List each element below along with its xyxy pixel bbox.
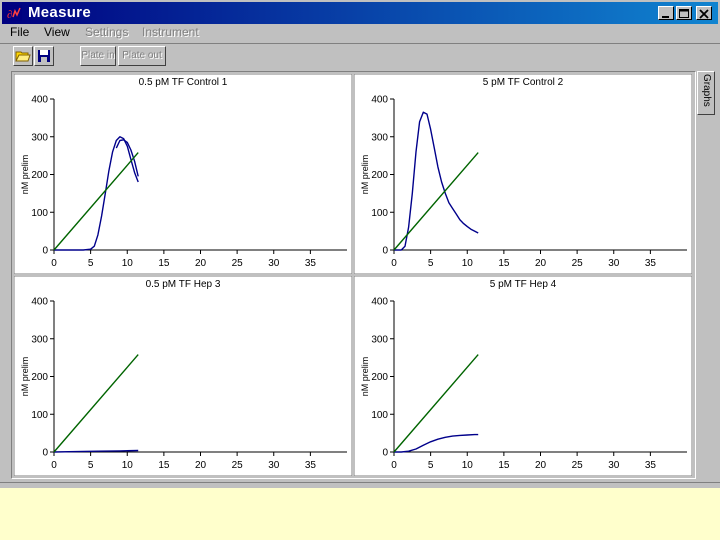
x-tick-label: 25	[572, 258, 584, 269]
chart-svg: 0.5 pM TF Hep 3 0 100 200 300 400 0 5 10 15 20 25 30…	[13, 275, 353, 477]
menu-settings[interactable]: Settings	[85, 25, 128, 39]
y-tick-label: 400	[371, 297, 388, 308]
minimize-icon	[662, 16, 669, 18]
chart-background	[353, 275, 693, 477]
maximize-icon	[679, 9, 689, 18]
window-title: Measure	[28, 4, 91, 21]
measure-window: ∂ Measure File View Settings Instrument	[0, 0, 720, 488]
chart-svg: 5 pM TF Control 2 0 100 200 300 400 0 5 10 15 20 25…	[353, 73, 693, 275]
y-tick-label: 300	[31, 132, 48, 143]
chart-title: 5 pM TF Control 2	[483, 77, 564, 88]
x-tick-label: 30	[268, 460, 280, 471]
x-tick-label: 0	[51, 258, 57, 269]
x-tick-label: 20	[195, 460, 207, 471]
chart-title: 5 pM TF Hep 4	[490, 279, 557, 290]
y-axis-label: nM prelim	[360, 155, 370, 195]
x-tick-label: 0	[391, 460, 397, 471]
x-tick-label: 35	[305, 460, 317, 471]
graph-panel-2: 5 pM TF Control 2 0 100 200 300 400 0 5 10 15 20 25…	[353, 73, 693, 275]
y-tick-label: 0	[382, 246, 388, 257]
y-tick-label: 200	[371, 372, 388, 383]
close-button[interactable]	[696, 6, 712, 20]
x-tick-label: 10	[462, 258, 474, 269]
svg-text:∂: ∂	[7, 9, 12, 21]
y-tick-label: 200	[371, 170, 388, 181]
title-bar[interactable]: ∂ Measure	[2, 2, 718, 24]
folder-open-icon	[15, 51, 31, 62]
x-tick-label: 15	[498, 258, 510, 269]
y-tick-label: 0	[382, 448, 388, 459]
save-button[interactable]	[34, 46, 54, 66]
y-axis-label: nM prelim	[20, 357, 30, 397]
x-tick-label: 20	[195, 258, 207, 269]
app-logo-icon: ∂	[6, 5, 22, 21]
y-tick-label: 0	[42, 246, 48, 257]
y-tick-label: 400	[371, 95, 388, 106]
y-axis-label: nM prelim	[20, 155, 30, 195]
x-tick-label: 25	[232, 258, 244, 269]
y-tick-label: 300	[31, 334, 48, 345]
x-tick-label: 35	[305, 258, 317, 269]
y-tick-label: 200	[31, 170, 48, 181]
graph-panel-4: 5 pM TF Hep 4 0 100 200 300 400 0 5 10 15 20 25 30 35…	[353, 275, 693, 477]
graphs-area: 0.5 pM TF Control 1 0 100 200 300 400 0 5 10 15 20…	[11, 71, 696, 479]
chart-svg: 5 pM TF Hep 4 0 100 200 300 400 0 5 10 15 20 25 30 35…	[353, 275, 693, 477]
menu-view[interactable]: View	[44, 25, 70, 39]
floppy-disk-icon	[38, 50, 50, 62]
status-bar	[0, 482, 720, 488]
y-tick-label: 300	[371, 334, 388, 345]
x-tick-label: 30	[608, 460, 620, 471]
chart-svg: 0.5 pM TF Control 1 0 100 200 300 400 0 5 10 15 20…	[13, 73, 353, 275]
x-tick-label: 10	[122, 258, 134, 269]
x-tick-label: 30	[268, 258, 280, 269]
chart-background	[13, 73, 353, 275]
x-tick-label: 0	[391, 258, 397, 269]
maximize-button[interactable]	[676, 6, 692, 20]
chart-title: 0.5 pM TF Hep 3	[146, 279, 221, 290]
graphs-tab-label: Graphs	[701, 74, 712, 107]
y-tick-label: 0	[42, 448, 48, 459]
x-tick-label: 35	[645, 258, 657, 269]
x-tick-label: 20	[535, 460, 547, 471]
minimize-button[interactable]	[658, 6, 674, 20]
y-tick-label: 400	[31, 297, 48, 308]
graph-panel-1: 0.5 pM TF Control 1 0 100 200 300 400 0 5 10 15 20…	[13, 73, 353, 275]
x-tick-label: 5	[88, 460, 94, 471]
x-tick-label: 15	[158, 258, 170, 269]
chart-background	[353, 73, 693, 275]
plate-in-button[interactable]: Plate in	[80, 46, 116, 66]
y-axis-label: nM prelim	[360, 357, 370, 397]
x-tick-label: 25	[232, 460, 244, 471]
toolbar: Plate in Plate out	[0, 43, 720, 69]
x-tick-label: 25	[572, 460, 584, 471]
y-tick-label: 100	[371, 208, 388, 219]
plate-out-button[interactable]: Plate out	[118, 46, 166, 66]
x-tick-label: 20	[535, 258, 547, 269]
menu-bar: File View Settings Instrument	[0, 24, 720, 42]
y-tick-label: 400	[31, 95, 48, 106]
x-tick-label: 15	[158, 460, 170, 471]
menu-instrument[interactable]: Instrument	[142, 25, 199, 39]
x-tick-label: 5	[428, 460, 434, 471]
x-tick-label: 35	[645, 460, 657, 471]
x-tick-label: 5	[428, 258, 434, 269]
close-icon	[699, 9, 709, 19]
x-tick-label: 15	[498, 460, 510, 471]
x-tick-label: 10	[122, 460, 134, 471]
chart-background	[13, 275, 353, 477]
y-tick-label: 100	[31, 410, 48, 421]
y-tick-label: 100	[31, 208, 48, 219]
chart-title: 0.5 pM TF Control 1	[139, 77, 228, 88]
y-tick-label: 300	[371, 132, 388, 143]
graph-panel-3: 0.5 pM TF Hep 3 0 100 200 300 400 0 5 10 15 20 25 30…	[13, 275, 353, 477]
x-tick-label: 5	[88, 258, 94, 269]
menu-file[interactable]: File	[10, 25, 29, 39]
x-tick-label: 10	[462, 460, 474, 471]
y-tick-label: 100	[371, 410, 388, 421]
x-tick-label: 0	[51, 460, 57, 471]
graphs-tab[interactable]: Graphs	[697, 71, 715, 115]
open-button[interactable]	[13, 46, 33, 66]
y-tick-label: 200	[31, 372, 48, 383]
x-tick-label: 30	[608, 258, 620, 269]
